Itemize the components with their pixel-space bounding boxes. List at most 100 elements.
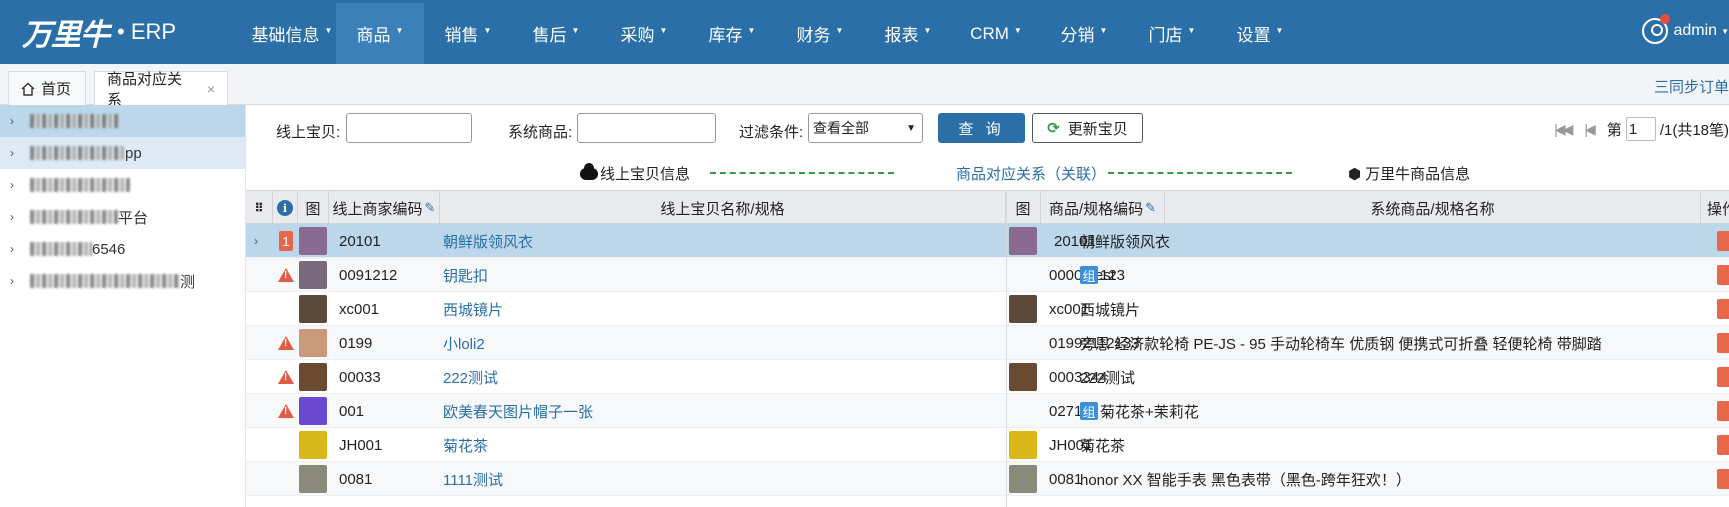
col-sku-code[interactable]: 商品/规格编码 ✎: [1041, 191, 1165, 225]
expand-icon[interactable]: ›: [254, 234, 258, 248]
online-code: 001: [339, 402, 365, 420]
nav-item[interactable]: 采购 ▼: [600, 3, 688, 64]
table-row[interactable]: JH001 菊花茶 JH001 菊花茶: [246, 428, 1729, 462]
online-item-link[interactable]: 钥匙扣: [443, 258, 1003, 292]
edit-button[interactable]: [1717, 367, 1729, 387]
edit-button[interactable]: [1717, 231, 1729, 251]
cloud-icon: [580, 162, 598, 180]
chevron-down-icon: ▼: [395, 26, 404, 35]
product-thumbnail: [299, 397, 327, 425]
nav-item[interactable]: 商品 ▼: [336, 3, 424, 64]
online-item-link[interactable]: 小loli2: [443, 326, 1003, 360]
online-code: 20101: [339, 232, 381, 250]
online-item-link[interactable]: 朝鲜版领风衣: [443, 224, 1003, 258]
online-item-link[interactable]: 1111测试: [443, 462, 1003, 496]
system-thumbnail: [1009, 363, 1037, 391]
sidebar-item[interactable]: › 平台: [0, 201, 245, 233]
col-online-code[interactable]: 线上商家编码 ✎: [329, 191, 440, 225]
nav-item-label: 采购: [620, 26, 655, 45]
online-item-link[interactable]: 222测试: [443, 360, 1003, 394]
tab-product-relation[interactable]: 商品对应关系 ×: [94, 71, 228, 109]
edit-button[interactable]: [1717, 401, 1729, 421]
legend-system-label: 万里牛商品信息: [1365, 166, 1471, 183]
chevron-down-icon: ▼: [1099, 26, 1108, 35]
col-img1: 图: [298, 191, 329, 225]
update-items-label: 更新宝贝: [1067, 120, 1128, 138]
online-item-link[interactable]: 西城镜片: [443, 292, 1003, 326]
pager: |◀◀ |◀ 第 1 /1(共18笔): [1554, 117, 1729, 141]
nav-item-label: 设置: [1236, 26, 1271, 45]
table-row[interactable]: xc001 西城镜片 xc001 西城镜片: [246, 292, 1729, 326]
edit-button[interactable]: [1717, 333, 1729, 353]
online-code: 00033: [339, 368, 381, 386]
table-row[interactable]: 00033222测试0003344222测试: [246, 360, 1729, 394]
table-row[interactable]: 0199小loli201992112133旁恩 经济款轮椅 PE-JS - 95…: [246, 326, 1729, 360]
nav-item[interactable]: 库存 ▼: [688, 3, 776, 64]
filter-condition-select[interactable]: 查看全部 ▼: [808, 113, 923, 143]
table-row[interactable]: 0081 1111测试 0081 honor XX 智能手表 黑色表带（黑色-跨年狂欢…: [246, 462, 1729, 496]
nav-item[interactable]: 设置 ▼: [1216, 3, 1304, 64]
edit-icon[interactable]: ✎: [425, 200, 436, 216]
legend-dashed-line: [710, 172, 894, 174]
system-item-name: honor XX 智能手表 黑色表带（黑色-跨年狂欢！）: [1080, 471, 1411, 489]
online-item-input[interactable]: [346, 113, 472, 143]
chevron-right-icon: ›: [10, 210, 14, 224]
system-item-name: 西城镜片: [1080, 301, 1141, 319]
nav-item[interactable]: CRM ▼: [952, 3, 1040, 64]
system-item-name: 旁恩 经济款轮椅 PE-JS - 95 手动轮椅车 优质钢 便携式可折叠 轻便轮…: [1080, 335, 1602, 353]
table-row[interactable]: 001欧美春天图片帽子一张0271组菊花茶+茉莉花: [246, 394, 1729, 428]
blurred-shop-name: [30, 274, 180, 288]
prev-page-icon[interactable]: |◀: [1584, 121, 1596, 138]
tab-home[interactable]: 首页: [8, 71, 86, 105]
nav-item[interactable]: 报表 ▼: [864, 3, 952, 64]
col-online-code-label: 线上商家编码: [332, 200, 423, 218]
nav-item[interactable]: 基础信息 ▼: [248, 3, 336, 64]
sidebar-item[interactable]: › 6546: [0, 233, 245, 265]
sidebar-item[interactable]: ›: [0, 105, 245, 137]
edit-button[interactable]: [1717, 435, 1729, 455]
edit-icon[interactable]: ✎: [1145, 200, 1156, 216]
nav-item[interactable]: 门店 ▼: [1128, 3, 1216, 64]
product-thumbnail: [299, 261, 327, 289]
update-items-button[interactable]: ⟳ 更新宝贝: [1032, 113, 1143, 143]
close-icon[interactable]: ×: [207, 81, 215, 97]
online-code: xc001: [339, 300, 380, 318]
nav-item[interactable]: 售后 ▼: [512, 3, 600, 64]
warning-icon: [278, 336, 294, 350]
query-button[interactable]: 查 询: [938, 113, 1025, 143]
table-row[interactable]: 0091212钥匙扣00003test组123: [246, 258, 1729, 292]
chevron-down-icon: ▼: [747, 26, 756, 35]
tab-relation-label: 商品对应关系: [107, 71, 183, 109]
filter-bar: 线上宝贝: 系统商品: 过滤条件: 查看全部 ▼ 查 询 ⟳ 更新宝贝 |◀◀ …: [246, 105, 1729, 155]
legend-dashed-line: [1108, 172, 1292, 174]
first-page-icon[interactable]: |◀◀: [1554, 121, 1573, 138]
edit-button[interactable]: [1717, 469, 1729, 489]
edit-button[interactable]: [1717, 299, 1729, 319]
logo[interactable]: 万里牛 • ERP: [22, 10, 176, 54]
blurred-shop-name: [30, 146, 125, 160]
chevron-right-icon: ›: [10, 242, 14, 256]
page-input[interactable]: 1: [1625, 117, 1656, 141]
sidebar-item[interactable]: › 测: [0, 265, 245, 297]
online-item-link[interactable]: 菊花茶: [443, 428, 1003, 462]
nav-item-label: 财务: [796, 26, 831, 45]
product-thumbnail: [299, 431, 327, 459]
user-menu[interactable]: admin ▼: [1641, 14, 1729, 48]
online-item-link[interactable]: 欧美春天图片帽子一张: [443, 394, 1003, 428]
online-item-label: 线上宝贝:: [276, 124, 341, 141]
edit-button[interactable]: [1717, 265, 1729, 285]
sync-orders-link[interactable]: 三同步订单: [1654, 76, 1729, 97]
tab-bar: 首页 商品对应关系 × 三同步订单: [0, 64, 1729, 109]
nav-item[interactable]: 销售 ▼: [424, 3, 512, 64]
system-item-input[interactable]: [577, 113, 716, 143]
nav-item[interactable]: 财务 ▼: [776, 3, 864, 64]
col-drag[interactable]: ⠿: [246, 191, 273, 225]
sidebar-item[interactable]: › pp: [0, 137, 245, 169]
nav-item[interactable]: 分销 ▼: [1040, 3, 1128, 64]
legend-online: 线上宝贝信息: [580, 162, 691, 184]
chevron-down-icon: ▼: [1013, 26, 1022, 35]
sidebar-item[interactable]: ›: [0, 169, 245, 201]
table-row[interactable]: › 1 20101 朝鲜版领风衣 20101 朝鲜版领风衣: [246, 224, 1729, 258]
legend-online-label: 线上宝贝信息: [600, 166, 691, 183]
blurred-shop-name: [30, 178, 130, 192]
